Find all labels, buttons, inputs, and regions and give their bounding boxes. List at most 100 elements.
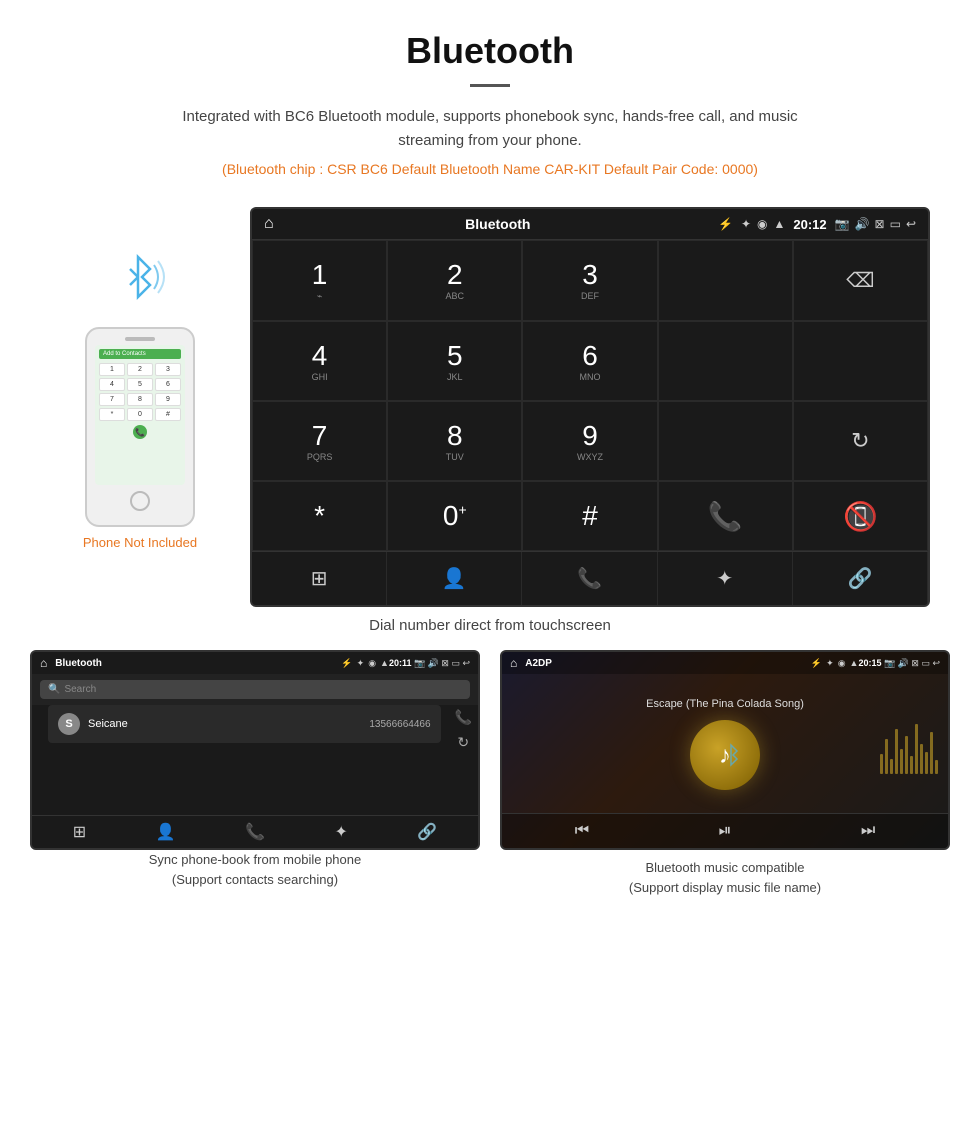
pb-status-icons: ✦ ◉ ▲: [357, 658, 389, 669]
phonebook-contact[interactable]: S Seicane 13566664466: [48, 705, 441, 743]
ms-home-icon: ⌂: [510, 656, 517, 670]
ms-usb-icon: ⚡: [811, 658, 822, 669]
pb-toolbar-dialpad[interactable]: ⊞: [73, 822, 86, 842]
phone-dialpad: 1 2 3 4 5 6 7 8 9 * 0 #: [99, 363, 181, 421]
toolbar-link-button[interactable]: 🔗: [793, 552, 928, 605]
phone-key-9: 9: [155, 393, 181, 406]
pb-toolbar-contacts[interactable]: 👤: [156, 822, 176, 842]
phonebook-search-bar[interactable]: 🔍 Search: [40, 680, 470, 699]
pb-bluetooth-icon: ✦: [357, 658, 365, 669]
bluetooth-specs: (Bluetooth chip : CSR BC6 Default Blueto…: [20, 161, 960, 177]
phonebook-search-area: 🔍 Search: [32, 674, 478, 705]
description: Integrated with BC6 Bluetooth module, su…: [150, 105, 830, 153]
phone-not-included-label: Phone Not Included: [83, 535, 197, 550]
bluetooth-status-icon: ✦: [741, 217, 751, 231]
phone-key-2: 2: [127, 363, 153, 376]
phone-key-3: 3: [155, 363, 181, 376]
ms-bluetooth-icon: ✦: [826, 658, 834, 669]
window-icon: ▭: [890, 217, 901, 231]
music-screen-bg: ⌂ A2DP ⚡ ✦ ◉ ▲ 20:15 📷 🔊 ⊠ ▭ ↩ Escape: [502, 652, 948, 848]
phone-key-0: 0: [127, 408, 153, 421]
phone-call-button: 📞: [133, 425, 147, 439]
toolbar-phone-button[interactable]: 📞: [522, 552, 657, 605]
phone-home-button: [130, 491, 150, 511]
dial-key-hash[interactable]: #: [522, 481, 657, 551]
dial-key-3[interactable]: 3 DEF: [522, 240, 657, 321]
pb-location-icon: ◉: [368, 658, 376, 669]
dial-key-6[interactable]: 6 MNO: [522, 321, 657, 401]
page-header: Bluetooth Integrated with BC6 Bluetooth …: [0, 0, 980, 207]
volume-icon: 🔊: [855, 217, 870, 231]
main-section: Add to Contacts 1 2 3 4 5 6 7 8 9 * 0 # …: [0, 207, 980, 607]
toolbar-contacts-button[interactable]: 👤: [387, 552, 522, 605]
phone-screen: Add to Contacts 1 2 3 4 5 6 7 8 9 * 0 # …: [95, 345, 185, 485]
toolbar-bluetooth-button[interactable]: ✦: [658, 552, 793, 605]
status-right-icons: 📷 🔊 ⊠ ▭ ↩: [835, 217, 916, 231]
music-item: ⌂ A2DP ⚡ ✦ ◉ ▲ 20:15 📷 🔊 ⊠ ▭ ↩ Escape: [500, 650, 950, 897]
main-caption: Dial number direct from touchscreen: [0, 617, 980, 634]
phone-key-5: 5: [127, 378, 153, 391]
pb-usb-icon: ⚡: [341, 658, 352, 669]
car-statusbar: ⌂ Bluetooth ⚡ ✦ ◉ ▲ 20:12 📷 🔊 ⊠ ▭ ↩: [252, 209, 928, 240]
dial-key-8[interactable]: 8 TUV: [387, 401, 522, 481]
car-screen-container: ⌂ Bluetooth ⚡ ✦ ◉ ▲ 20:12 📷 🔊 ⊠ ▭ ↩: [250, 207, 930, 607]
pb-toolbar-phone[interactable]: 📞: [245, 822, 265, 842]
phonebook-action-icons: 📞 ↻: [449, 705, 478, 755]
pb-toolbar-link[interactable]: 🔗: [417, 822, 437, 842]
page-title: Bluetooth: [20, 30, 960, 72]
dial-key-star[interactable]: *: [252, 481, 387, 551]
pb-title: Bluetooth: [55, 658, 337, 669]
bottom-screenshots: ⌂ Bluetooth ⚡ ✦ ◉ ▲ 20:11 📷 🔊 ⊠ ▭ ↩ 🔍 Se…: [0, 650, 980, 897]
music-prev-button[interactable]: ⏮: [575, 822, 589, 840]
phone-key-4: 4: [99, 378, 125, 391]
ms-signal-icon: ▲: [850, 658, 859, 669]
home-icon: ⌂: [264, 215, 274, 233]
contact-avatar: S: [58, 713, 80, 735]
phone-container: Add to Contacts 1 2 3 4 5 6 7 8 9 * 0 # …: [50, 207, 230, 550]
contact-name: Seicane: [88, 718, 369, 730]
dial-key-7[interactable]: 7 PQRS: [252, 401, 387, 481]
dial-call-button[interactable]: 📞: [658, 481, 793, 551]
phone-key-7: 7: [99, 393, 125, 406]
ms-time: 20:15: [858, 658, 881, 668]
toolbar-dialpad-button[interactable]: ⊞: [252, 552, 387, 605]
search-icon: 🔍: [48, 684, 60, 695]
phone-screen-header: Add to Contacts: [99, 349, 181, 359]
phone-key-hash: #: [155, 408, 181, 421]
phone-key-star: *: [99, 408, 125, 421]
pb-time: 20:11: [389, 658, 412, 668]
dial-key-9[interactable]: 9 WXYZ: [522, 401, 657, 481]
ms-status-icons: ✦ ◉ ▲: [826, 658, 858, 669]
dial-key-2[interactable]: 2 ABC: [387, 240, 522, 321]
dial-hangup-button[interactable]: 📵: [793, 481, 928, 551]
pb-toolbar-bluetooth[interactable]: ✦: [334, 822, 347, 842]
music-play-pause-button[interactable]: ⏯: [719, 822, 732, 840]
pb-right-icons: 📷 🔊 ⊠ ▭ ↩: [412, 658, 471, 669]
music-controls: ⏮ ⏯ ⏭: [502, 813, 948, 848]
back-icon: ↩: [906, 217, 916, 231]
dial-key-0[interactable]: 0+: [387, 481, 522, 551]
ms-title: A2DP: [525, 658, 807, 669]
dial-backspace-button[interactable]: ⌫: [793, 240, 928, 321]
phonebook-item: ⌂ Bluetooth ⚡ ✦ ◉ ▲ 20:11 📷 🔊 ⊠ ▭ ↩ 🔍 Se…: [30, 650, 480, 897]
phonebook-refresh-icon[interactable]: ↻: [457, 734, 469, 751]
phonebook-screen: ⌂ Bluetooth ⚡ ✦ ◉ ▲ 20:11 📷 🔊 ⊠ ▭ ↩ 🔍 Se…: [30, 650, 480, 850]
dial-display: [658, 240, 793, 321]
dial-key-1[interactable]: 1 ⌁: [252, 240, 387, 321]
usb-icon: ⚡: [718, 217, 733, 231]
music-caption: Bluetooth music compatible (Support disp…: [500, 858, 950, 897]
dial-toolbar: ⊞ 👤 📞 ✦ 🔗: [252, 551, 928, 605]
dial-key-4[interactable]: 4 GHI: [252, 321, 387, 401]
status-icons: ✦ ◉ ▲: [741, 217, 785, 231]
bluetooth-wave-icon: [110, 247, 170, 317]
status-time: 20:12: [793, 217, 826, 232]
dial-refresh-button[interactable]: ↻: [793, 401, 928, 481]
music-next-button[interactable]: ⏭: [861, 822, 875, 840]
dial-empty-2: [793, 321, 928, 401]
phone-speaker: [125, 337, 155, 341]
pb-home-icon: ⌂: [40, 656, 47, 670]
phone-body: Add to Contacts 1 2 3 4 5 6 7 8 9 * 0 # …: [85, 327, 195, 527]
music-statusbar: ⌂ A2DP ⚡ ✦ ◉ ▲ 20:15 📷 🔊 ⊠ ▭ ↩: [502, 652, 948, 674]
phonebook-call-icon[interactable]: 📞: [455, 709, 472, 726]
dial-key-5[interactable]: 5 JKL: [387, 321, 522, 401]
